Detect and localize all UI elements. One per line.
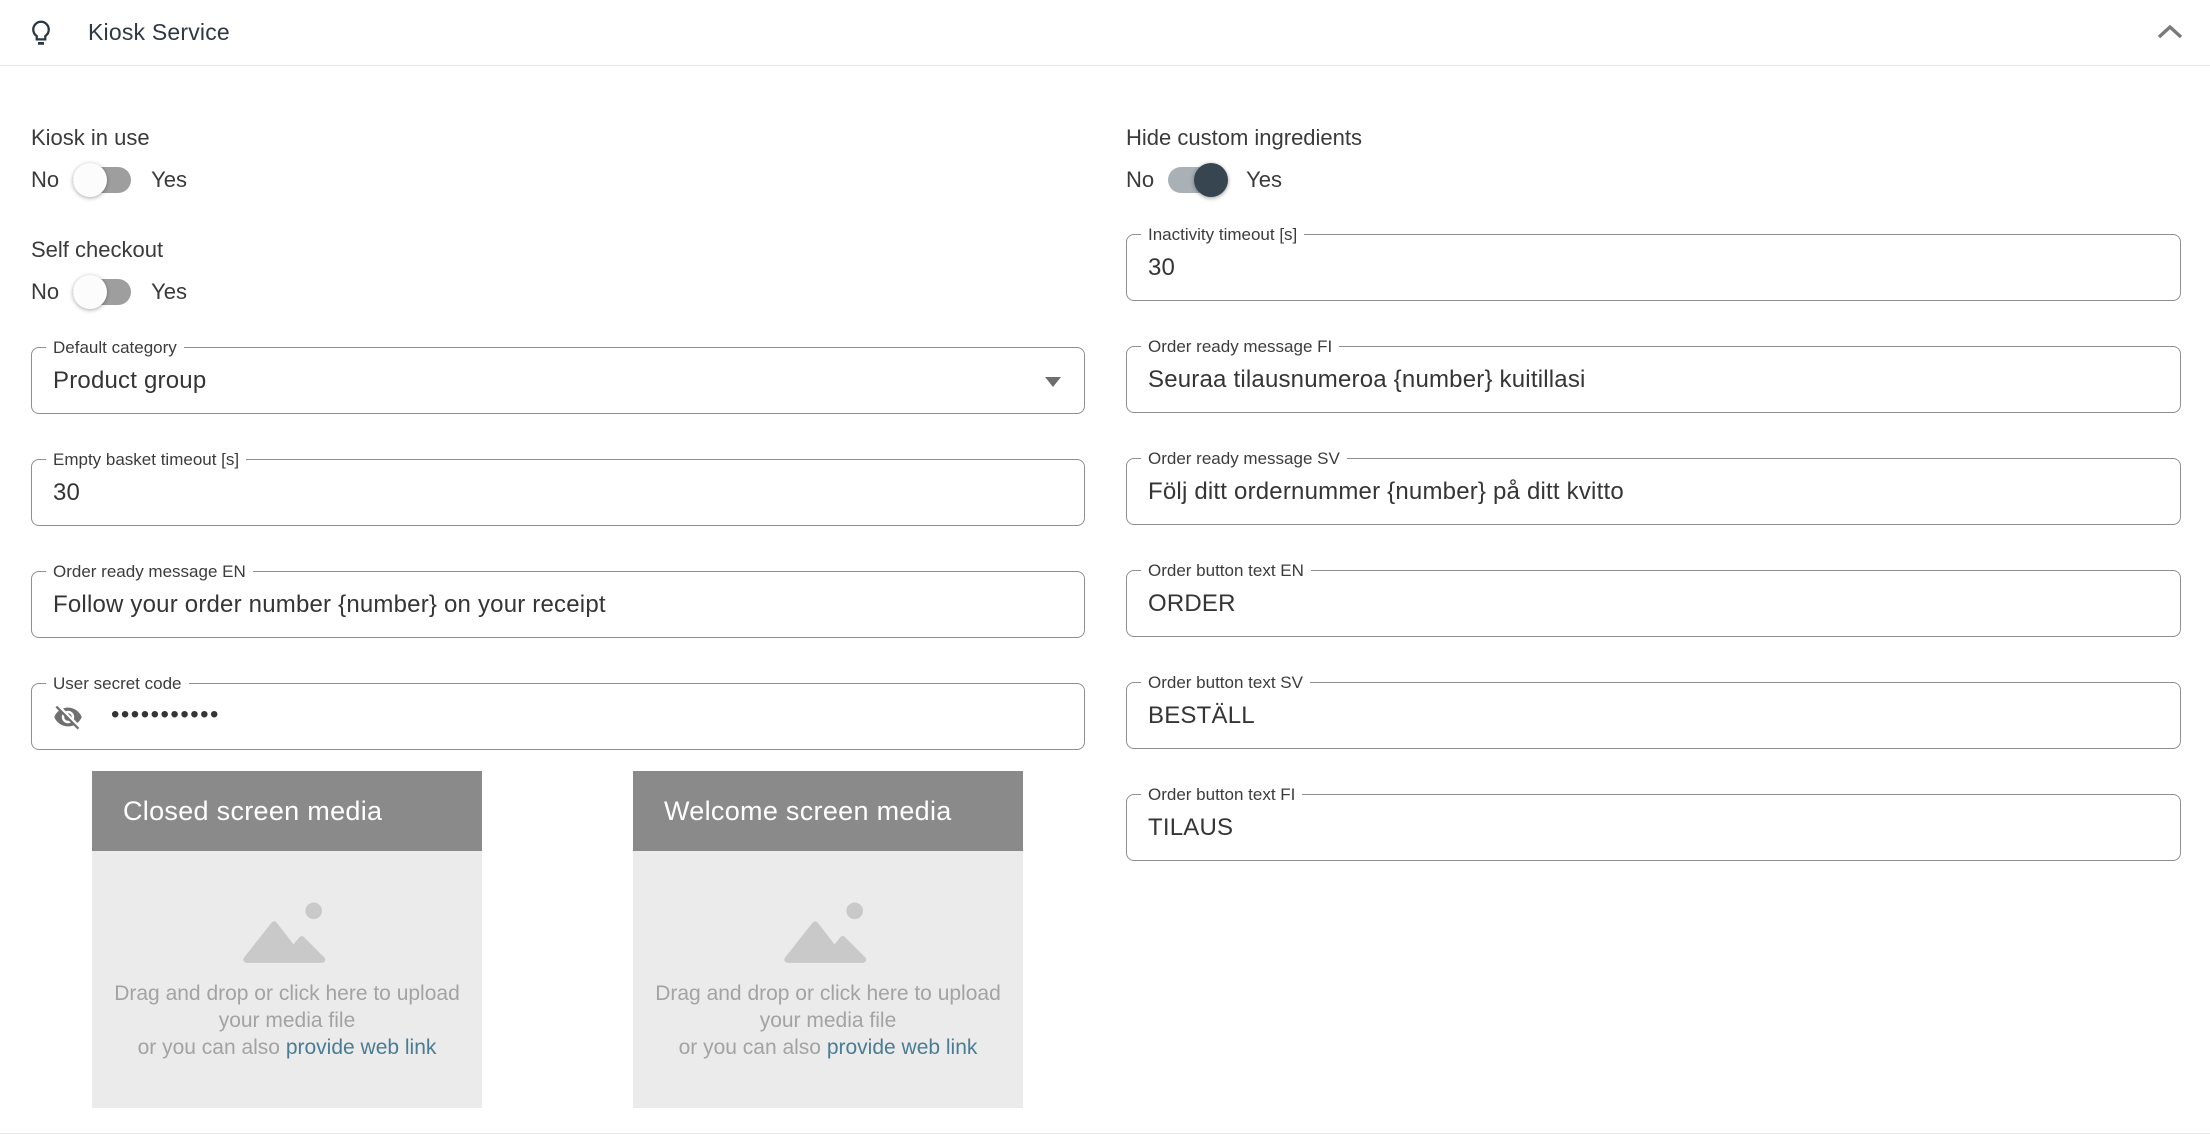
toggle-knob xyxy=(73,163,107,197)
self-checkout-toggle[interactable] xyxy=(73,275,133,309)
toggle-yes-label: Yes xyxy=(1246,167,1282,193)
field-label: Order ready message SV xyxy=(1141,449,1347,469)
field-label: Order button text SV xyxy=(1141,673,1310,693)
hint-line2: your media file xyxy=(219,1009,356,1032)
field-label: Order button text FI xyxy=(1141,785,1302,805)
page-title: Kiosk Service xyxy=(88,19,230,46)
hint-line1: Drag and drop or click here to upload xyxy=(114,982,460,1005)
toggle-no-label: No xyxy=(31,279,59,305)
collapse-section-button[interactable] xyxy=(2152,14,2188,50)
order-button-text-en-input[interactable]: Order button text EN ORDER xyxy=(1126,570,2181,637)
left-column: Kiosk in use No Yes Self checkout No Yes… xyxy=(31,66,1085,1108)
field-value: 30 xyxy=(1148,254,1175,282)
toggle-knob xyxy=(73,275,107,309)
hint-line3-prefix: or you can also xyxy=(679,1036,827,1059)
field-label: User secret code xyxy=(46,674,189,694)
hide-custom-ingredients-label: Hide custom ingredients xyxy=(1126,125,2181,151)
field-value: Följ ditt ordernummer {number} på ditt k… xyxy=(1148,478,1624,506)
order-ready-message-en-input[interactable]: Order ready message EN Follow your order… xyxy=(31,571,1085,638)
chevron-up-icon xyxy=(2156,24,2184,40)
field-label: Order ready message EN xyxy=(46,562,253,582)
kiosk-in-use-label: Kiosk in use xyxy=(31,125,1085,151)
field-value: TILAUS xyxy=(1148,814,1233,842)
toggle-yes-label: Yes xyxy=(151,167,187,193)
field-label: Empty basket timeout [s] xyxy=(46,450,246,470)
field-value: BESTÄLL xyxy=(1148,702,1255,730)
empty-basket-timeout-input[interactable]: Empty basket timeout [s] 30 xyxy=(31,459,1085,526)
toggle-yes-label: Yes xyxy=(151,279,187,305)
field-label: Inactivity timeout [s] xyxy=(1141,225,1304,245)
field-label: Default category xyxy=(46,338,184,358)
toggle-visibility-button[interactable] xyxy=(52,701,84,733)
welcome-screen-media-dropzone[interactable]: Welcome screen media Drag and drop or cl… xyxy=(633,771,1023,1108)
media-dropzone-body[interactable]: Drag and drop or click here to upload yo… xyxy=(633,851,1023,1108)
order-ready-message-fi-input[interactable]: Order ready message FI Seuraa tilausnume… xyxy=(1126,346,2181,413)
image-placeholder-icon xyxy=(241,897,333,967)
kiosk-in-use-toggle-row: No Yes xyxy=(31,163,1085,197)
hide-custom-ingredients-toggle-row: No Yes xyxy=(1126,163,2181,197)
section-divider xyxy=(0,1133,2210,1134)
right-column: Hide custom ingredients No Yes Inactivit… xyxy=(1126,66,2181,1108)
dropdown-arrow-icon xyxy=(1045,377,1061,387)
order-button-text-sv-input[interactable]: Order button text SV BESTÄLL xyxy=(1126,682,2181,749)
self-checkout-label: Self checkout xyxy=(31,237,1085,263)
field-value: Seuraa tilausnumeroa {number} kuitillasi xyxy=(1148,366,1586,394)
kiosk-in-use-toggle[interactable] xyxy=(73,163,133,197)
media-hint-text: Drag and drop or click here to upload yo… xyxy=(655,980,1001,1061)
media-dropzone-body[interactable]: Drag and drop or click here to upload yo… xyxy=(92,851,482,1108)
masked-secret-value: ••••••••••• xyxy=(111,701,220,729)
media-upload-row: Closed screen media Drag and drop or cli… xyxy=(92,771,1085,1108)
default-category-select[interactable]: Default category Product group xyxy=(31,347,1085,414)
field-value: 30 xyxy=(53,479,80,507)
order-button-text-fi-input[interactable]: Order button text FI TILAUS xyxy=(1126,794,2181,861)
field-label: Order button text EN xyxy=(1141,561,1311,581)
provide-web-link[interactable]: provide web link xyxy=(286,1036,437,1059)
inactivity-timeout-input[interactable]: Inactivity timeout [s] 30 xyxy=(1126,234,2181,301)
hint-line1: Drag and drop or click here to upload xyxy=(655,982,1001,1005)
image-placeholder-icon xyxy=(782,897,874,967)
field-value: ORDER xyxy=(1148,590,1236,618)
self-checkout-toggle-row: No Yes xyxy=(31,275,1085,309)
closed-screen-media-dropzone[interactable]: Closed screen media Drag and drop or cli… xyxy=(92,771,482,1108)
user-secret-code-input[interactable]: User secret code ••••••••••• xyxy=(31,683,1085,750)
hide-custom-ingredients-toggle[interactable] xyxy=(1168,163,1228,197)
field-label: Order ready message FI xyxy=(1141,337,1339,357)
media-hint-text: Drag and drop or click here to upload yo… xyxy=(114,980,460,1061)
hint-line2: your media file xyxy=(760,1009,897,1032)
toggle-knob xyxy=(1194,163,1228,197)
provide-web-link[interactable]: provide web link xyxy=(827,1036,978,1059)
media-box-title: Welcome screen media xyxy=(633,771,1023,851)
visibility-off-icon xyxy=(53,702,83,732)
order-ready-message-sv-input[interactable]: Order ready message SV Följ ditt ordernu… xyxy=(1126,458,2181,525)
field-value: Follow your order number {number} on you… xyxy=(53,591,606,619)
kiosk-service-header: Kiosk Service xyxy=(0,0,2210,66)
selected-value: Product group xyxy=(53,367,206,395)
toggle-no-label: No xyxy=(1126,167,1154,193)
lightbulb-icon xyxy=(26,16,56,50)
media-box-title: Closed screen media xyxy=(92,771,482,851)
toggle-no-label: No xyxy=(31,167,59,193)
hint-line3-prefix: or you can also xyxy=(138,1036,286,1059)
